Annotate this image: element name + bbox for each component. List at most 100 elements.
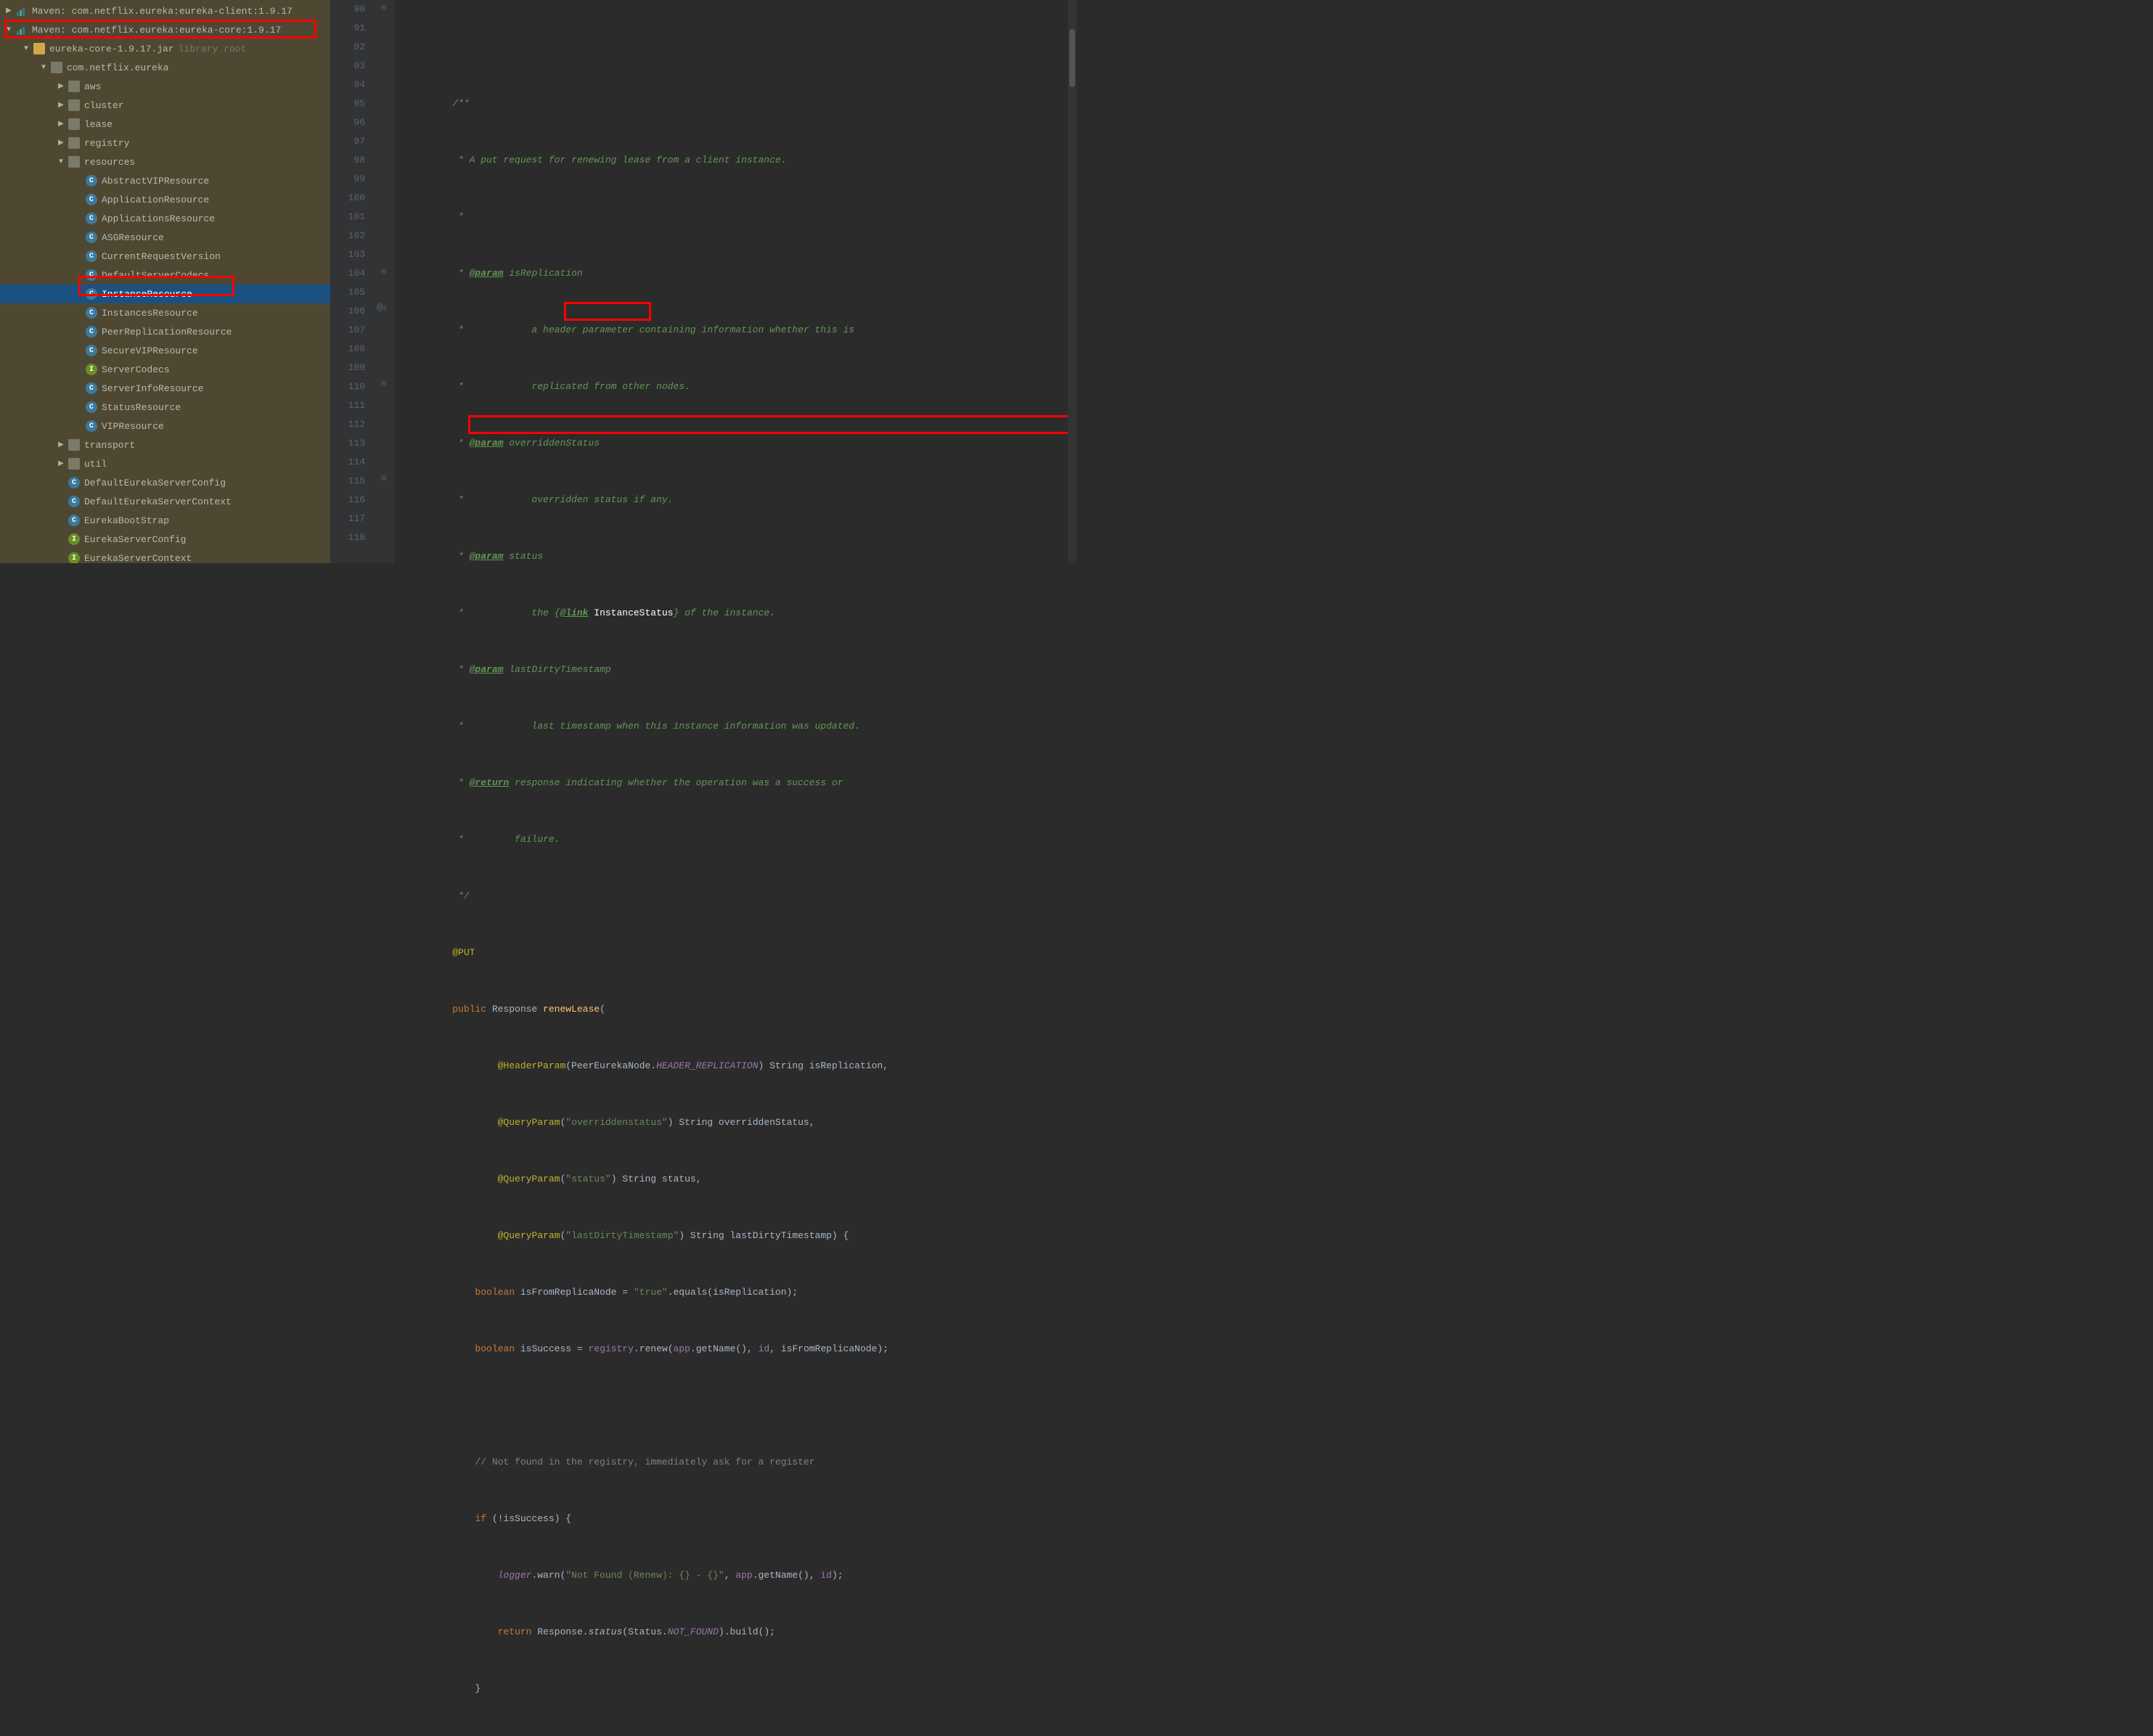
class-icon: C [86,307,97,319]
code: .getName(), [753,1570,821,1581]
javadoc-tag: @param [470,664,504,675]
tree-arrow-icon[interactable]: ▼ [22,44,30,53]
tree-arrow-icon[interactable]: ▶ [57,101,65,110]
tree-item-label: registry [84,138,129,149]
vertical-scrollbar[interactable] [1068,0,1076,563]
tree-item[interactable]: ▶CDefaultServerCodecs [0,266,330,284]
code: isFromReplicaNode = [520,1287,634,1298]
tree-item[interactable]: ▶CVIPResource [0,417,330,435]
tree-arrow-icon[interactable]: ▼ [39,63,48,72]
tree-item-label: InstancesResource [102,308,198,319]
line-number: 101 [330,208,365,226]
tree-item[interactable]: ▼ eureka-core-1.9.17.jar library root [0,39,330,58]
constant: NOT_FOUND [668,1626,719,1637]
folder-icon [68,137,80,149]
tree-item[interactable]: ▶transport [0,435,330,454]
comment: * [401,551,470,562]
tree-arrow-icon[interactable]: ▶ [4,7,13,15]
tree-item[interactable]: ▶IEurekaServerContext [0,549,330,563]
paren: ( [600,1004,605,1015]
tree-item[interactable]: ▶CInstanceResource [0,284,330,303]
code: (PeerEurekaNode. [565,1060,656,1071]
line-number: 107 [330,321,365,340]
fold-marker[interactable]: ⊟ [381,380,387,388]
tree-item[interactable]: ▶CAbstractVIPResource [0,171,330,190]
line-number: 95 [330,94,365,113]
tree-item[interactable]: ▶IEurekaServerConfig [0,530,330,549]
tree-arrow-icon[interactable]: ▶ [57,120,65,128]
fold-marker[interactable]: ⊟ [381,4,387,12]
tree-item[interactable]: ▶ aws [0,77,330,96]
tree-item[interactable]: ▶ registry [0,134,330,152]
line-number: 100 [330,189,365,208]
tree-item[interactable]: ▶cluster [0,96,330,115]
tree-item[interactable]: ▶CSecureVIPResource [0,341,330,360]
tree-item-hint: library root [179,44,247,54]
tree-item[interactable]: ▼resources [0,152,330,171]
tree-item[interactable]: ▶CEurekaBootStrap [0,511,330,530]
comment: * [401,438,470,449]
tree-item[interactable]: ▶CInstancesResource [0,303,330,322]
tree-item-label: DefaultServerCodecs [102,270,209,281]
fold-marker[interactable]: ⊟ [381,269,387,276]
line-number: 104 [330,264,365,283]
class-icon: C [86,269,97,281]
annotation: @QueryParam [498,1230,560,1241]
tree-item[interactable]: ▼com.netflix.eureka [0,58,330,77]
comment: * overridden status if any. [401,494,673,505]
project-tree[interactable]: ▶Maven: com.netflix.eureka:eureka-client… [0,0,330,563]
tree-arrow-icon[interactable]: ▼ [57,157,65,166]
tree-item[interactable]: ▶Maven: com.netflix.eureka:eureka-client… [0,1,330,20]
code: .equals(isReplication); [668,1287,798,1298]
tree-item[interactable]: ▶CPeerReplicationResource [0,322,330,341]
tree-item[interactable]: ▼Maven: com.netflix.eureka:eureka-core:1… [0,20,330,39]
tree-item-label: AbstractVIPResource [102,176,209,187]
tree-item[interactable]: ▶lease [0,115,330,134]
code-area[interactable]: /** * A put request for renewing lease f… [394,0,1068,563]
tree-arrow-icon[interactable]: ▶ [57,459,65,468]
code-editor[interactable]: 9091929394959697989910010110210310410510… [330,0,1076,563]
tree-item[interactable]: ▶CStatusResource [0,398,330,417]
code: (Status. [622,1626,667,1637]
tree-item[interactable]: ▶CDefaultEurekaServerConfig [0,473,330,492]
class-icon: C [86,382,97,394]
method-name: renewLease [543,1004,600,1015]
code: .warn( [531,1570,565,1581]
tree-arrow-icon[interactable]: ▶ [57,82,65,91]
javadoc-tag: @return [470,777,510,788]
line-number: 114 [330,453,365,472]
tree-arrow-icon[interactable]: ▶ [57,441,65,449]
field: id [820,1570,832,1581]
line-number: 102 [330,226,365,245]
line-number: 113 [330,434,365,453]
field: app [735,1570,752,1581]
tree-arrow-icon[interactable]: ▶ [57,139,65,147]
tree-item-label: DefaultEurekaServerContext [84,496,232,507]
line-number: 116 [330,491,365,509]
fold-marker[interactable]: ⊟ [381,475,387,482]
tree-arrow-icon[interactable]: ▼ [4,25,13,34]
tree-item[interactable]: ▶CCurrentRequestVersion [0,247,330,266]
code: } [475,1683,481,1694]
scrollbar-thumb[interactable] [1069,29,1075,87]
tree-item[interactable]: ▶CASGResource [0,228,330,247]
tree-item[interactable]: ▶CDefaultEurekaServerContext [0,492,330,511]
tree-item[interactable]: ▶CApplicationResource [0,190,330,209]
comment: overriddenStatus [503,438,600,449]
tree-item[interactable]: ▶CApplicationsResource [0,209,330,228]
tree-item[interactable]: ▶IServerCodecs [0,360,330,379]
code: , isFromReplicaNode); [769,1343,888,1354]
tree-item[interactable]: ▶CServerInfoResource [0,379,330,398]
tree-item-label: aws [84,81,101,92]
fold-marker[interactable]: ⊟ [381,305,387,312]
comment: lastDirtyTimestamp [503,664,610,675]
comment: * a header parameter containing informat… [401,324,854,335]
tree-item[interactable]: ▶util [0,454,330,473]
class-icon: C [68,496,80,507]
library-icon [16,5,28,17]
type: Response [492,1004,543,1015]
code: isSuccess = [520,1343,589,1354]
tree-item-label: eureka-core-1.9.17.jar [49,44,174,54]
annotation: @PUT [452,947,475,958]
annotation: @HeaderParam [498,1060,566,1071]
